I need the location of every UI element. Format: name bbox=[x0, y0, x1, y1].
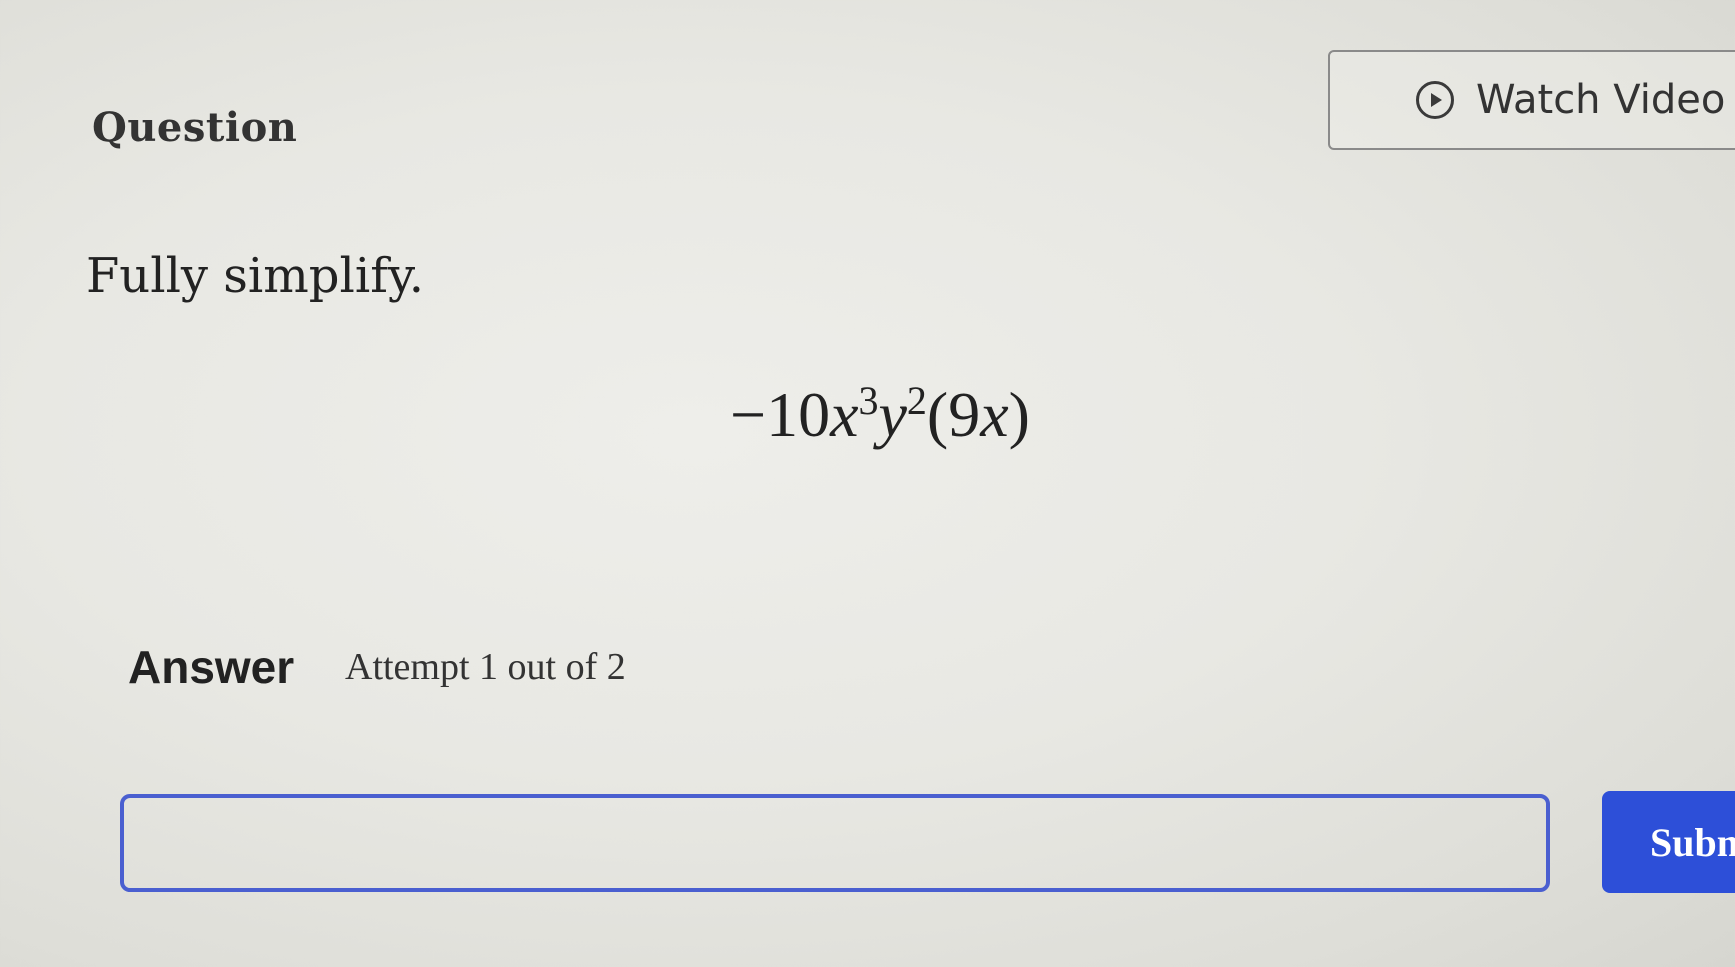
variable-x: x bbox=[830, 379, 859, 450]
minus-sign: − bbox=[730, 379, 767, 450]
answer-input[interactable] bbox=[120, 794, 1550, 892]
inner-coefficient: 9 bbox=[948, 379, 981, 450]
close-paren: ) bbox=[1008, 379, 1030, 450]
watch-video-label: Watch Video bbox=[1476, 77, 1726, 123]
submit-button[interactable]: Subm bbox=[1602, 791, 1735, 893]
question-heading: Question bbox=[92, 104, 298, 151]
open-paren: ( bbox=[926, 379, 949, 450]
variable-y: y bbox=[878, 379, 907, 450]
answer-heading: Answer bbox=[128, 641, 295, 693]
coefficient: 10 bbox=[766, 379, 831, 450]
question-page: Question Watch Video Fully simplify. −10… bbox=[0, 0, 1735, 967]
play-circle-icon bbox=[1416, 81, 1454, 119]
exponent-x: 3 bbox=[858, 378, 879, 423]
watch-video-button[interactable]: Watch Video bbox=[1328, 50, 1735, 150]
attempt-counter: Attempt 1 out of 2 bbox=[345, 646, 626, 688]
math-expression: −10x3y2(9x) bbox=[730, 378, 1030, 452]
question-prompt: Fully simplify. bbox=[86, 248, 424, 304]
exponent-y: 2 bbox=[906, 378, 927, 423]
inner-variable-x: x bbox=[980, 379, 1009, 450]
